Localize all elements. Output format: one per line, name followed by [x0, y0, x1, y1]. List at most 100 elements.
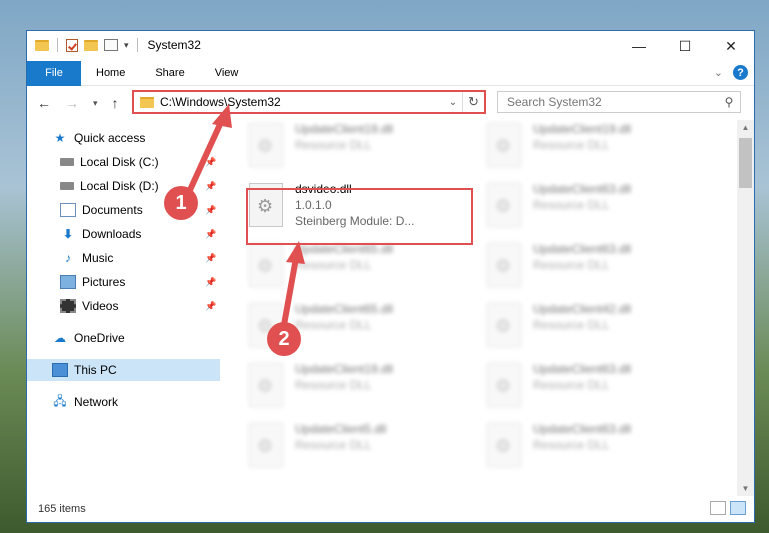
- highlight-box-dsvideo: [246, 188, 473, 245]
- file-name: UpdateClient63.dll: [533, 242, 632, 256]
- ribbon-right: ⌄ ?: [714, 65, 748, 80]
- dll-file-icon: [487, 243, 521, 287]
- forward-arrow-icon[interactable]: →: [65, 95, 79, 111]
- sidebar-item-label: OneDrive: [74, 331, 125, 345]
- back-arrow-icon[interactable]: ←: [37, 95, 51, 111]
- nav-buttons: ← → ▾ ↑: [37, 95, 119, 111]
- pin-icon[interactable]: 📌: [205, 253, 216, 264]
- drive-icon: [60, 182, 74, 190]
- file-item[interactable]: UpdateClient65.dllResource DLL: [249, 240, 479, 296]
- new-folder-icon[interactable]: [84, 39, 98, 51]
- window-controls: — ☐ ✕: [616, 31, 754, 61]
- star-icon: ★: [54, 131, 66, 145]
- address-dropdown-icon[interactable]: ⌄: [444, 97, 462, 108]
- sidebar-item-this-pc[interactable]: This PC: [27, 359, 220, 381]
- sidebar-item-label: Local Disk (D:): [80, 179, 159, 193]
- scrollbar-thumb[interactable]: [739, 138, 752, 188]
- customize-toolbar-icon[interactable]: ▾: [124, 40, 129, 51]
- file-name: UpdateClient5.dll: [295, 422, 387, 436]
- sidebar-item-label: Videos: [82, 299, 119, 313]
- file-type: Resource DLL: [295, 138, 372, 152]
- folder-icon: [140, 96, 154, 108]
- documents-icon: [60, 203, 76, 217]
- address-bar[interactable]: C:\Windows\System32 ⌄ ↻: [132, 90, 486, 114]
- callout-1: 1: [164, 186, 198, 220]
- expand-ribbon-icon[interactable]: ⌄: [714, 66, 723, 79]
- recent-locations-icon[interactable]: ▾: [93, 98, 98, 109]
- tab-view[interactable]: View: [200, 61, 254, 86]
- file-name: UpdateClient63.dll: [533, 422, 632, 436]
- toolbar-divider: [57, 38, 58, 52]
- details-view-icon[interactable]: [710, 501, 726, 515]
- file-item[interactable]: UpdateClient19.dll Resource DLL: [249, 360, 479, 416]
- file-item[interactable]: UpdateClient63.dll Resource DLL: [487, 420, 717, 476]
- sidebar-item-quick-access[interactable]: ★ Quick access: [27, 127, 220, 149]
- search-box[interactable]: ⚲: [497, 91, 741, 113]
- file-name: UpdateClient19.dll: [533, 122, 632, 136]
- navigation-bar: ← → ▾ ↑ C:\Windows\System32 ⌄ ↻ ⚲: [27, 86, 754, 120]
- sidebar-item-downloads[interactable]: ⬇ Downloads 📌: [27, 223, 220, 245]
- file-name: UpdateClient19.dll: [295, 362, 394, 376]
- properties-icon[interactable]: [104, 39, 118, 51]
- sidebar-item-onedrive[interactable]: ☁ OneDrive: [27, 327, 220, 349]
- downloads-icon: ⬇: [62, 227, 74, 241]
- vertical-scrollbar[interactable]: ▲ ▼: [737, 120, 754, 496]
- file-item[interactable]: UpdateClient19.dll Resource DLL: [487, 120, 717, 176]
- sidebar-item-label: Documents: [82, 203, 143, 217]
- pin-icon[interactable]: 📌: [205, 181, 216, 192]
- dll-file-icon: [487, 123, 521, 167]
- file-name: UpdateClient63.dll: [533, 182, 632, 196]
- tiles-view-icon[interactable]: [730, 501, 746, 515]
- videos-icon: [60, 299, 76, 313]
- dll-file-icon: [249, 363, 283, 407]
- file-type: Resource DLL: [295, 378, 372, 392]
- pin-icon[interactable]: 📌: [205, 301, 216, 312]
- sidebar-item-label: Quick access: [74, 131, 146, 145]
- file-type: Resource DLL: [533, 318, 610, 332]
- this-pc-icon: [52, 363, 68, 377]
- file-item[interactable]: UpdateClient42.dll Resource DLL: [487, 300, 717, 356]
- file-item[interactable]: UpdateClient63.dll Resource DLL: [487, 240, 717, 296]
- sidebar-item-pictures[interactable]: Pictures 📌: [27, 271, 220, 293]
- file-item[interactable]: UpdateClient63.dll Resource DLL: [487, 360, 717, 416]
- tab-share[interactable]: Share: [140, 61, 199, 86]
- up-arrow-icon[interactable]: ↑: [112, 95, 119, 111]
- help-icon[interactable]: ?: [733, 65, 748, 80]
- maximize-button[interactable]: ☐: [662, 31, 708, 61]
- minimize-button[interactable]: —: [616, 31, 662, 61]
- sidebar-item-network[interactable]: 🖧 Network: [27, 391, 220, 413]
- title-divider: [136, 38, 138, 52]
- file-type: Resource DLL: [533, 138, 610, 152]
- properties-check-icon[interactable]: [66, 38, 78, 52]
- search-input[interactable]: [507, 95, 718, 109]
- scroll-down-icon[interactable]: ▼: [737, 484, 754, 493]
- network-icon: 🖧: [53, 393, 67, 408]
- dll-file-icon: [487, 363, 521, 407]
- refresh-icon[interactable]: ↻: [462, 92, 484, 112]
- pin-icon[interactable]: 📌: [205, 205, 216, 216]
- dll-file-icon: [487, 183, 521, 227]
- file-item[interactable]: UpdateClient63.dll Resource DLL: [487, 180, 717, 236]
- item-count: 165 items: [38, 503, 86, 515]
- navigation-pane: ★ Quick access Local Disk (C:) 📌 Local D…: [27, 120, 220, 485]
- callout-2: 2: [267, 322, 301, 356]
- pin-icon[interactable]: 📌: [205, 157, 216, 168]
- tab-file[interactable]: File: [27, 60, 81, 86]
- sidebar-item-music[interactable]: ♪ Music 📌: [27, 247, 220, 269]
- sidebar-item-label: Music: [82, 251, 114, 265]
- file-name: UpdateClient42.dll: [533, 302, 632, 316]
- sidebar-item-local-disk-c[interactable]: Local Disk (C:) 📌: [27, 151, 220, 173]
- search-icon[interactable]: ⚲: [718, 95, 740, 109]
- sidebar-item-videos[interactable]: Videos 📌: [27, 295, 220, 317]
- file-item[interactable]: UpdateClient19.dll Resource DLL: [249, 120, 479, 176]
- quick-access-toolbar: ▾ System32: [35, 38, 201, 52]
- tab-home[interactable]: Home: [81, 61, 140, 86]
- address-path[interactable]: C:\Windows\System32: [160, 95, 444, 109]
- sidebar-item-label: Local Disk (C:): [80, 155, 159, 169]
- file-explorer-window: ▾ System32 — ☐ ✕ File Home Share View ⌄ …: [26, 30, 755, 523]
- pin-icon[interactable]: 📌: [205, 277, 216, 288]
- close-button[interactable]: ✕: [708, 31, 754, 61]
- pin-icon[interactable]: 📌: [205, 229, 216, 240]
- file-item[interactable]: UpdateClient5.dll Resource DLL: [249, 420, 479, 476]
- scroll-up-icon[interactable]: ▲: [737, 123, 754, 132]
